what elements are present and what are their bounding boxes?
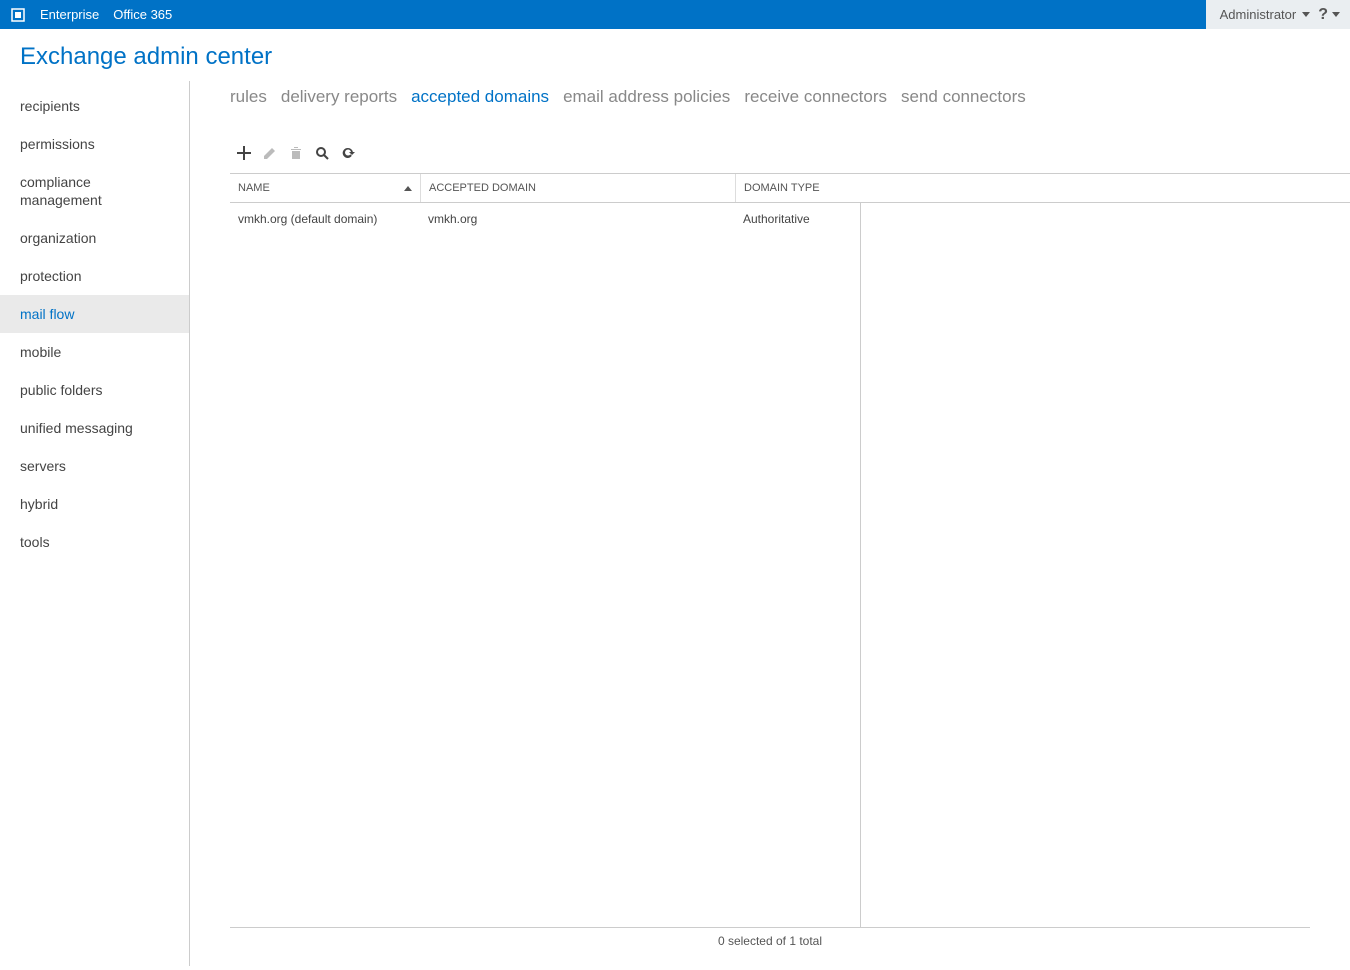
- column-header-name[interactable]: NAME: [230, 182, 420, 194]
- sidebar-item-mobile[interactable]: mobile: [0, 333, 189, 371]
- delete-button[interactable]: [288, 145, 304, 161]
- table-row[interactable]: vmkh.org (default domain) vmkh.org Autho…: [230, 203, 1350, 235]
- main: rules delivery reports accepted domains …: [190, 81, 1350, 966]
- sidebar-item-mail-flow[interactable]: mail flow: [0, 295, 189, 333]
- tabs: rules delivery reports accepted domains …: [230, 87, 1350, 125]
- cell-accepted-domain: vmkh.org: [420, 212, 735, 226]
- topbar-link-office365[interactable]: Office 365: [113, 0, 172, 29]
- topbar-link-enterprise[interactable]: Enterprise: [40, 0, 99, 29]
- column-header-accepted-domain[interactable]: ACCEPTED DOMAIN: [420, 174, 735, 202]
- table: NAME ACCEPTED DOMAIN DOMAIN TYPE vmkh.or…: [230, 173, 1350, 966]
- column-header-domain-type[interactable]: DOMAIN TYPE: [735, 174, 860, 202]
- topbar-right: Administrator ?: [1206, 0, 1350, 29]
- pencil-icon: [263, 146, 277, 160]
- sidebar-item-public-folders[interactable]: public folders: [0, 371, 189, 409]
- sidebar-item-unified-messaging[interactable]: unified messaging: [0, 409, 189, 447]
- user-name: Administrator: [1220, 7, 1297, 22]
- sidebar-item-permissions[interactable]: permissions: [0, 125, 189, 163]
- tab-email-address-policies[interactable]: email address policies: [563, 87, 730, 107]
- sidebar-item-protection[interactable]: protection: [0, 257, 189, 295]
- table-body: vmkh.org (default domain) vmkh.org Autho…: [230, 203, 1350, 927]
- page-title: Exchange admin center: [20, 43, 1330, 71]
- sort-ascending-icon: [404, 186, 412, 191]
- sidebar-item-organization[interactable]: organization: [0, 219, 189, 257]
- column-header-name-label: NAME: [238, 182, 270, 194]
- cell-domain-type: Authoritative: [735, 212, 860, 226]
- edit-button[interactable]: [262, 145, 278, 161]
- tab-accepted-domains[interactable]: accepted domains: [411, 87, 549, 107]
- table-footer: 0 selected of 1 total: [230, 927, 1310, 966]
- refresh-icon: [341, 146, 355, 160]
- add-button[interactable]: [236, 145, 252, 161]
- tab-rules[interactable]: rules: [230, 87, 267, 107]
- sidebar-item-recipients[interactable]: recipients: [0, 87, 189, 125]
- page-header: Exchange admin center: [0, 29, 1350, 81]
- table-header: NAME ACCEPTED DOMAIN DOMAIN TYPE: [230, 173, 1350, 203]
- cell-name: vmkh.org (default domain): [230, 212, 420, 226]
- office-icon: [10, 7, 26, 23]
- tab-send-connectors[interactable]: send connectors: [901, 87, 1026, 107]
- caret-down-icon: [1332, 12, 1340, 17]
- sidebar-item-compliance-management[interactable]: compliance management: [0, 163, 189, 219]
- topbar: Enterprise Office 365 Administrator ?: [0, 0, 1350, 29]
- help-menu[interactable]: ?: [1318, 6, 1340, 24]
- tab-receive-connectors[interactable]: receive connectors: [744, 87, 887, 107]
- column-header-domain-type-label: DOMAIN TYPE: [744, 182, 820, 194]
- user-menu[interactable]: Administrator: [1220, 7, 1311, 22]
- plus-icon: [237, 146, 251, 160]
- caret-down-icon: [1302, 12, 1310, 17]
- refresh-button[interactable]: [340, 145, 356, 161]
- search-button[interactable]: [314, 145, 330, 161]
- sidebar-item-hybrid[interactable]: hybrid: [0, 485, 189, 523]
- sidebar-item-servers[interactable]: servers: [0, 447, 189, 485]
- detail-pane-divider: [860, 203, 861, 927]
- sidebar: recipients permissions compliance manage…: [0, 81, 190, 966]
- tab-delivery-reports[interactable]: delivery reports: [281, 87, 397, 107]
- search-icon: [315, 146, 329, 160]
- topbar-left: Enterprise Office 365: [0, 0, 172, 29]
- body: recipients permissions compliance manage…: [0, 81, 1350, 966]
- trash-icon: [289, 146, 303, 160]
- sidebar-item-tools[interactable]: tools: [0, 523, 189, 561]
- column-header-accepted-domain-label: ACCEPTED DOMAIN: [429, 182, 536, 194]
- toolbar: [230, 125, 1350, 173]
- help-icon: ?: [1318, 6, 1328, 24]
